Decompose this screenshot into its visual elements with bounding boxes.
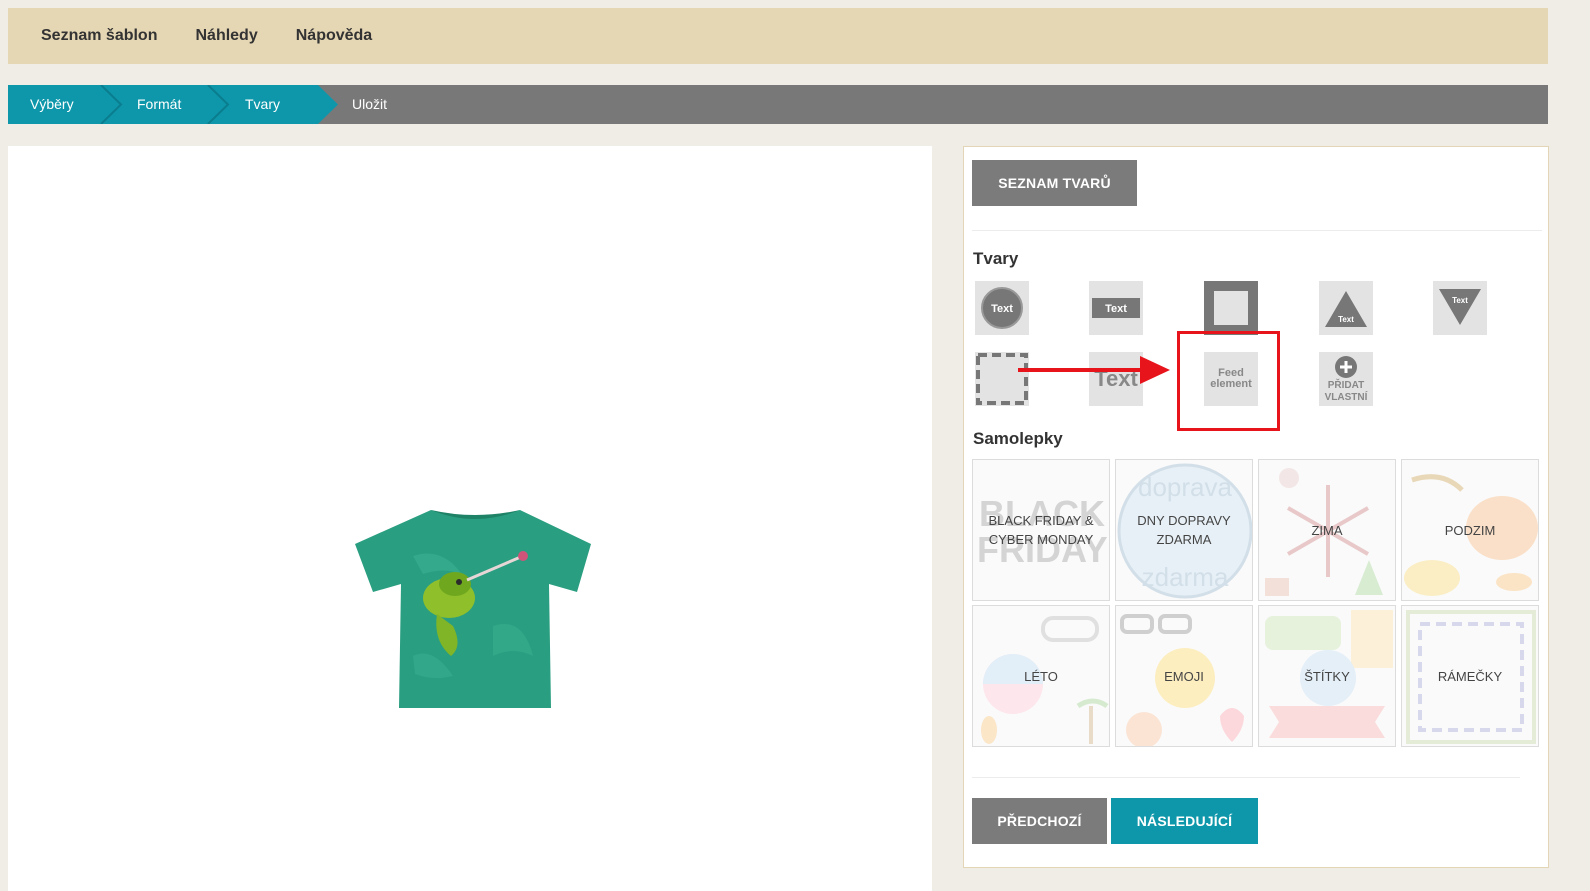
red-arrow-annotation [1018, 356, 1170, 384]
svg-text:Text: Text [1452, 296, 1468, 305]
nav-help[interactable]: Nápověda [296, 27, 372, 45]
svg-text:Text: Text [991, 303, 1013, 315]
sticker-winter[interactable]: ZIMA [1258, 459, 1396, 601]
svg-text:Text: Text [1105, 303, 1127, 315]
svg-text:Text: Text [1338, 315, 1354, 324]
sticker-caption: ŠTÍTKY [1304, 668, 1350, 684]
inverted-triangle-shape-icon: Text [1439, 289, 1481, 325]
sticker-free-shipping[interactable]: doprava zdarma DNY DOPRAVY ZDARMA [1115, 459, 1253, 601]
triangle-shape-icon: Text [1325, 291, 1367, 327]
shape-rectangle[interactable]: Text [1089, 281, 1143, 335]
nav-previews[interactable]: Náhledy [195, 27, 257, 45]
stickers-section-title: Samolepky [973, 429, 1063, 448]
nav-template-list[interactable]: Seznam šablon [41, 27, 157, 45]
shape-circle[interactable]: Text [975, 281, 1029, 335]
shape-inverted-triangle[interactable]: Text [1433, 281, 1487, 335]
plus-circle-icon [1335, 355, 1357, 378]
shape-square[interactable] [1204, 281, 1258, 335]
sticker-frames[interactable]: RÁMEČKY [1401, 605, 1539, 747]
add-custom-label: PŘIDAT VLASTNÍ [1325, 355, 1367, 404]
sticker-emoji[interactable]: EMOJI [1115, 605, 1253, 747]
shape-list-button[interactable]: SEZNAM TVARŮ [972, 160, 1137, 206]
sticker-black-friday[interactable]: BLACK FRIDAY BLACK FRIDAY & CYBER MONDAY [972, 459, 1110, 601]
shape-add-custom[interactable]: PŘIDAT VLASTNÍ [1319, 352, 1373, 406]
sticker-caption: EMOJI [1164, 668, 1204, 684]
circle-shape-icon: Text [981, 287, 1023, 329]
divider [972, 230, 1542, 231]
sticker-caption: PODZIM [1444, 522, 1496, 538]
sticker-caption: LÉTO [1024, 668, 1058, 684]
shape-triangle[interactable]: Text [1319, 281, 1373, 335]
sticker-caption: DNY DOPRAVY ZDARMA [1137, 513, 1231, 547]
sticker-caption: ZIMA [1311, 522, 1343, 538]
wizard-steps: Výběry Formát Tvary Uložit [8, 85, 1548, 124]
previous-button[interactable]: PŘEDCHOZÍ [972, 798, 1107, 844]
shapes-section-title: Tvary [973, 249, 1019, 268]
sticker-caption: RÁMEČKY [1437, 668, 1503, 684]
rectangle-shape-icon: Text [1092, 298, 1140, 318]
sticker-summer[interactable]: LÉTO [972, 605, 1110, 747]
sticker-autumn[interactable]: PODZIM [1401, 459, 1539, 601]
square-shape-icon [1204, 281, 1258, 335]
sticker-caption: BLACK FRIDAY & CYBER MONDAY [988, 513, 1094, 547]
highlight-box-annotation [1177, 331, 1280, 431]
preview-canvas [8, 146, 932, 891]
sticker-tags[interactable]: ŠTÍTKY [1258, 605, 1396, 747]
shapes-panel: SEZNAM TVARŮ Tvary Text Text Text Text T… [963, 146, 1549, 868]
divider [972, 777, 1520, 778]
tshirt-image [355, 510, 591, 708]
top-navigation: Seznam šablon Náhledy Nápověda [8, 8, 1548, 64]
next-button[interactable]: NÁSLEDUJÍCÍ [1111, 798, 1258, 844]
